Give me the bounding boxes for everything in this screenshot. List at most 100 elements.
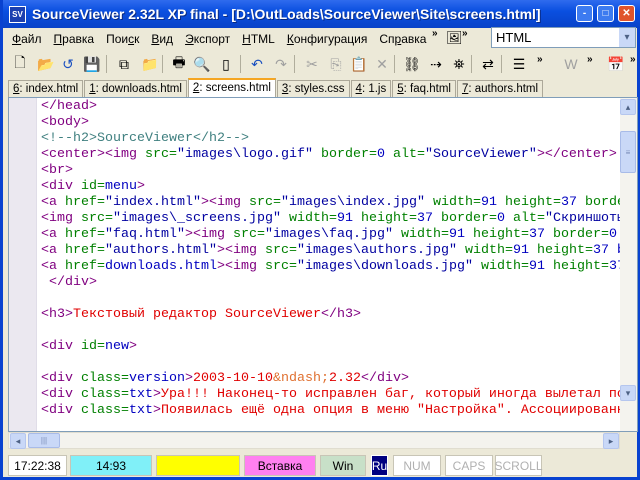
menu-item[interactable]: Справка [373,32,432,46]
copy-all-icon[interactable]: ⧉ [114,54,134,74]
open-file-icon[interactable]: 📁 [140,54,160,74]
tab-1-js[interactable]: 4: 1.js [350,80,392,98]
code-token: <img [41,211,81,226]
horizontal-scroll-thumb[interactable]: ||| [28,433,60,448]
vertical-scroll-thumb[interactable]: ≡ [620,131,636,173]
code-token: "authors.html" [105,243,217,258]
code-token: 0 [496,211,513,226]
calendar-icon[interactable]: 📅 [606,54,626,74]
tab-index-html[interactable]: 6: index.html [8,80,84,98]
app-icon[interactable]: SV [9,5,26,23]
code-editor[interactable]: </head> <body> <!--h2>SourceViewer</h2--> <… [8,97,638,432]
code-token: > [137,179,145,194]
checklist-icon[interactable]: ☰ [509,54,529,74]
cut-icon[interactable]: ✂ [302,54,322,74]
new-file-icon[interactable]: 🗋 [10,54,30,74]
toolbar-overflow-chevron[interactable]: » [432,28,438,39]
status-encoding[interactable]: Win [320,455,366,476]
find-in-files-icon[interactable]: ⛯ [449,54,469,74]
close-button[interactable]: ✕ [618,5,635,22]
code-line: <center><img src="images\logo.gif" borde… [41,147,637,163]
tab-authors-html[interactable]: 7: authors.html [456,80,544,98]
word-icon[interactable]: W [561,54,581,74]
maximize-button[interactable]: □ [597,5,614,22]
code-token: <a [41,259,65,274]
menu-item[interactable]: Конфигурация [281,32,374,46]
menu-item[interactable]: Поиск [100,32,145,46]
title-bar[interactable]: SV SourceViewer 2.32L XP final - [D:\Out… [3,0,640,28]
status-num-lock: NUM [393,455,441,476]
menu-item-label: Пои [106,32,129,46]
menu-item-label: Сп [379,32,395,46]
code-text[interactable]: </head> <body> <!--h2>SourceViewer</h2--> <… [41,99,637,419]
image-tool-icon[interactable]: 🖼 [446,30,463,46]
menu-item[interactable]: Экспорт [179,32,236,46]
toolbar-overflow-chevron[interactable]: » [537,54,543,65]
code-token: class= [81,371,129,386]
chevron-down-icon[interactable]: ▾ [618,28,635,47]
menu-item[interactable]: HTML [236,32,281,46]
horizontal-scrollbar[interactable]: ◂ ||| ▸ [8,432,620,449]
scroll-left-button[interactable]: ◂ [10,433,26,449]
page-setup-icon[interactable]: ▯ [216,54,236,74]
print-icon[interactable]: 🖶 [169,54,189,74]
menu-item-accelerator: H [242,32,251,46]
scroll-right-button[interactable]: ▸ [603,433,619,449]
undo-icon[interactable]: ↶ [247,54,267,74]
menu-item-label: авка [401,32,427,46]
code-token: 91 [512,243,537,258]
toolbar-overflow-chevron[interactable]: » [630,54,636,65]
code-line: <div class=version>2003-10-10&ndash;2.32… [41,371,637,387]
scroll-up-button[interactable]: ▴ [620,99,636,115]
status-cursor-position: 14:93 [70,455,152,476]
code-token: new [105,339,129,354]
tab-screens-html[interactable]: 2: screens.html [187,78,276,98]
code-token: 0 [376,147,393,162]
paste-icon[interactable]: 📋 [349,54,369,74]
find-icon[interactable]: ⛓ [402,54,422,74]
tab-downloads-html[interactable]: 1: downloads.html [84,80,187,98]
code-token: href= [65,195,105,210]
code-token: 2003-10-10 [193,371,273,386]
code-token: height= [472,227,529,242]
find-next-icon[interactable]: ⇢ [426,54,446,74]
redo-icon[interactable]: ↷ [271,54,291,74]
syntax-select[interactable]: HTML ▾ [491,27,636,48]
minimize-button[interactable]: - [576,5,593,22]
code-token: src= [264,259,297,274]
delete-icon[interactable]: ✕ [372,54,392,74]
menu-item[interactable]: Файл [6,32,48,46]
code-line: <div class=txt>Появилась ещё одна опция … [41,403,637,419]
code-token: width= [400,227,449,242]
vertical-scrollbar[interactable]: ▴ ≡ ▾ [620,98,637,431]
replace-icon[interactable]: ⇄ [478,54,498,74]
code-token: height= [360,211,417,226]
copy-icon[interactable]: ⎘ [326,54,346,74]
code-token: "images\_screens.jpg" [113,211,289,226]
tab-styles-css[interactable]: 3: styles.css [276,80,350,98]
reload-icon[interactable]: ↺ [58,54,78,74]
toolbar-overflow-chevron[interactable]: » [462,28,468,39]
tab-label: : 1.js [361,83,387,95]
code-token: <h3> [41,307,73,322]
status-insert-mode[interactable]: Вставка [244,455,316,476]
open-folder-icon[interactable]: 📂 [36,54,56,74]
scroll-down-button[interactable]: ▾ [620,385,636,401]
menu-item[interactable]: Вид [145,32,179,46]
code-token: version [129,371,185,386]
tab-faq-html[interactable]: 5: faq.html [392,80,456,98]
code-token: 37 [528,227,553,242]
code-line: </div> [41,275,637,291]
status-caps-lock: CAPS [445,455,493,476]
code-line: <a href="authors.html"><img src="images\… [41,243,637,259]
toolbar-separator [106,55,107,73]
save-icon[interactable]: 💾 [82,54,102,74]
menu-item[interactable]: Правка [48,32,101,46]
code-token: </div> [360,371,409,386]
tab-label: : index.html [19,83,79,95]
print-preview-icon[interactable]: 🔍 [192,54,212,74]
toolbar-overflow-chevron[interactable]: » [587,54,593,65]
code-line: <a href="faq.html"><img src="images\faq.… [41,227,637,243]
